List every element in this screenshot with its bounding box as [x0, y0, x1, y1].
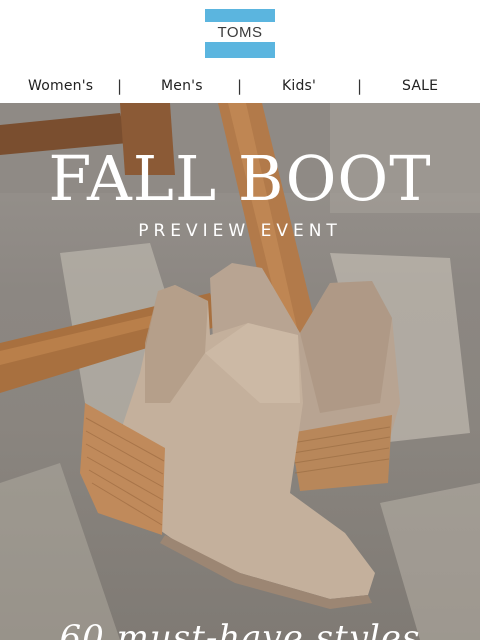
hero-title: FALL BOOT — [48, 142, 432, 215]
hero-bottom-text: 60 must-have styles — [59, 618, 421, 640]
nav-separator: | — [237, 77, 243, 95]
toms-logo[interactable]: TOMS — [205, 9, 275, 58]
hero-banner[interactable]: FALL BOOT PREVIEW EVENT 60 must-have sty… — [0, 103, 480, 640]
nav-item-sale[interactable]: SALE — [402, 78, 438, 94]
hero-subtitle: PREVIEW EVENT — [138, 221, 342, 241]
nav-separator: | — [117, 77, 123, 95]
nav-separator: | — [357, 77, 363, 95]
nav-item-men[interactable]: Men's — [161, 78, 203, 94]
nav-item-women[interactable]: Women's — [28, 78, 93, 94]
logo-band: TOMS — [205, 22, 275, 42]
nav-item-kids[interactable]: Kids' — [282, 78, 316, 94]
email-header: TOMS — [0, 0, 480, 72]
category-nav: Women's | Men's | Kids' | SALE — [0, 72, 480, 102]
logo-text: TOMS — [217, 23, 263, 41]
